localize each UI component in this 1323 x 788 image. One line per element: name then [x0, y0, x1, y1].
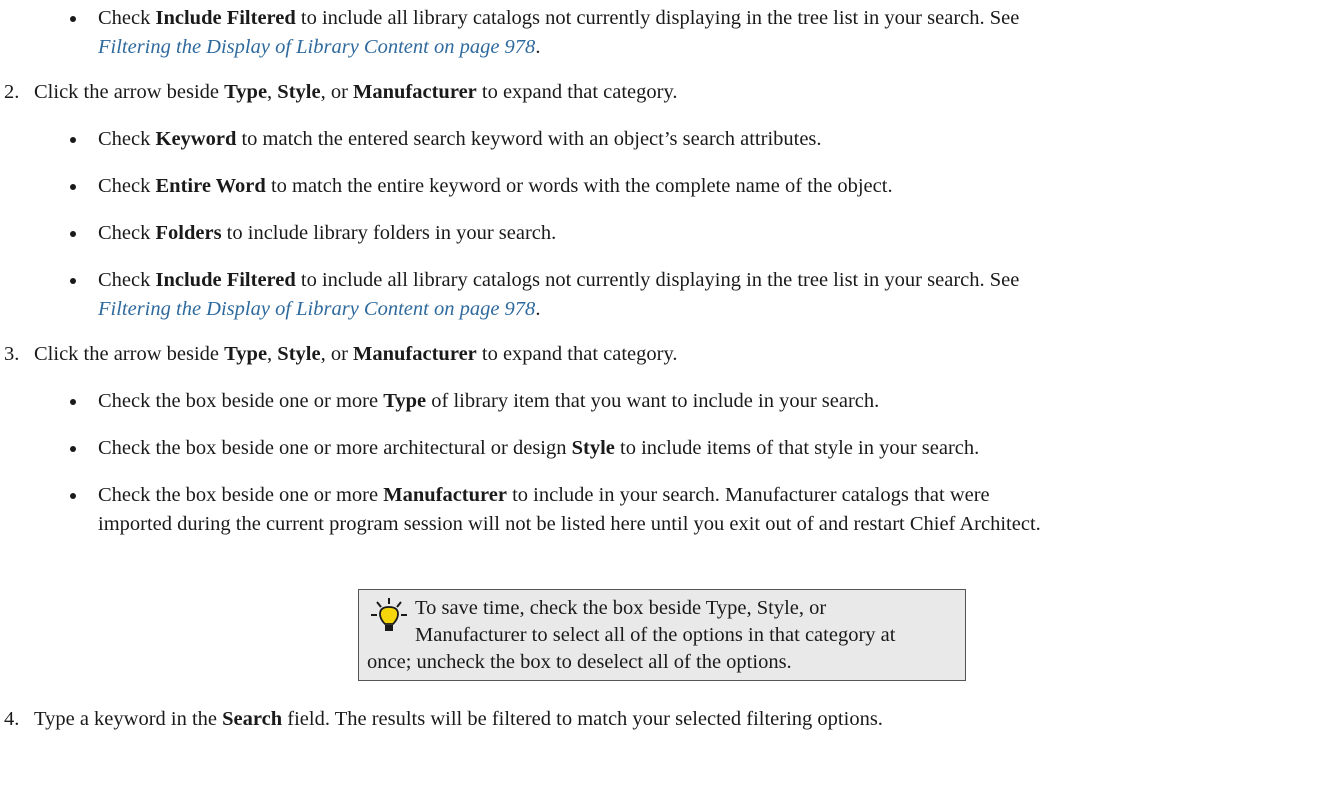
bullet-dot	[70, 16, 76, 22]
tip-text-line: To save time, check the box beside Type,…	[415, 597, 827, 619]
bullet-dot	[70, 493, 76, 499]
bullet-dot	[70, 137, 76, 143]
list-item-text: Check the box beside one or more Type of…	[98, 390, 880, 412]
bullet-dot	[70, 231, 76, 237]
step-text: Click the arrow beside Type, Style, or M…	[34, 81, 678, 103]
list-item-text: Check Entire Word to match the entire ke…	[98, 175, 893, 197]
step-number: 4.	[4, 708, 20, 730]
tip-text-line: once; uncheck the box to deselect all of…	[367, 651, 792, 673]
list-item-text: Check Folders to include library folders…	[98, 222, 557, 244]
list-item-text: Check the box beside one or more Manufac…	[98, 484, 990, 506]
bullet-dot	[70, 399, 76, 405]
list-item-text: Check Keyword to match the entered searc…	[98, 128, 822, 150]
list-item-continuation: Filtering the Display of Library Content…	[98, 298, 541, 320]
help-page: Check Include Filtered to include all li…	[0, 0, 1323, 788]
filtering-display-link[interactable]: Filtering the Display of Library Content…	[98, 298, 535, 320]
list-item-text: Check Include Filtered to include all li…	[98, 7, 1020, 29]
step-text: Type a keyword in the Search field. The …	[34, 708, 883, 730]
step-text: Click the arrow beside Type, Style, or M…	[34, 343, 678, 365]
bullet-dot	[70, 184, 76, 190]
lightbulb-icon	[371, 598, 407, 631]
tip-box: To save time, check the box beside Type,…	[358, 589, 966, 681]
list-item-text: Check the box beside one or more archite…	[98, 437, 980, 459]
step-number: 3.	[4, 343, 20, 365]
list-item-text: Check Include Filtered to include all li…	[98, 269, 1020, 291]
list-item-continuation: Filtering the Display of Library Content…	[98, 36, 541, 58]
step-number: 2.	[4, 81, 20, 103]
tip-text-line: Manufacturer to select all of the option…	[415, 624, 896, 646]
filtering-display-link[interactable]: Filtering the Display of Library Content…	[98, 36, 535, 58]
bullet-dot	[70, 278, 76, 284]
bullet-dot	[70, 446, 76, 452]
list-item-continuation: imported during the current program sess…	[98, 513, 1041, 535]
